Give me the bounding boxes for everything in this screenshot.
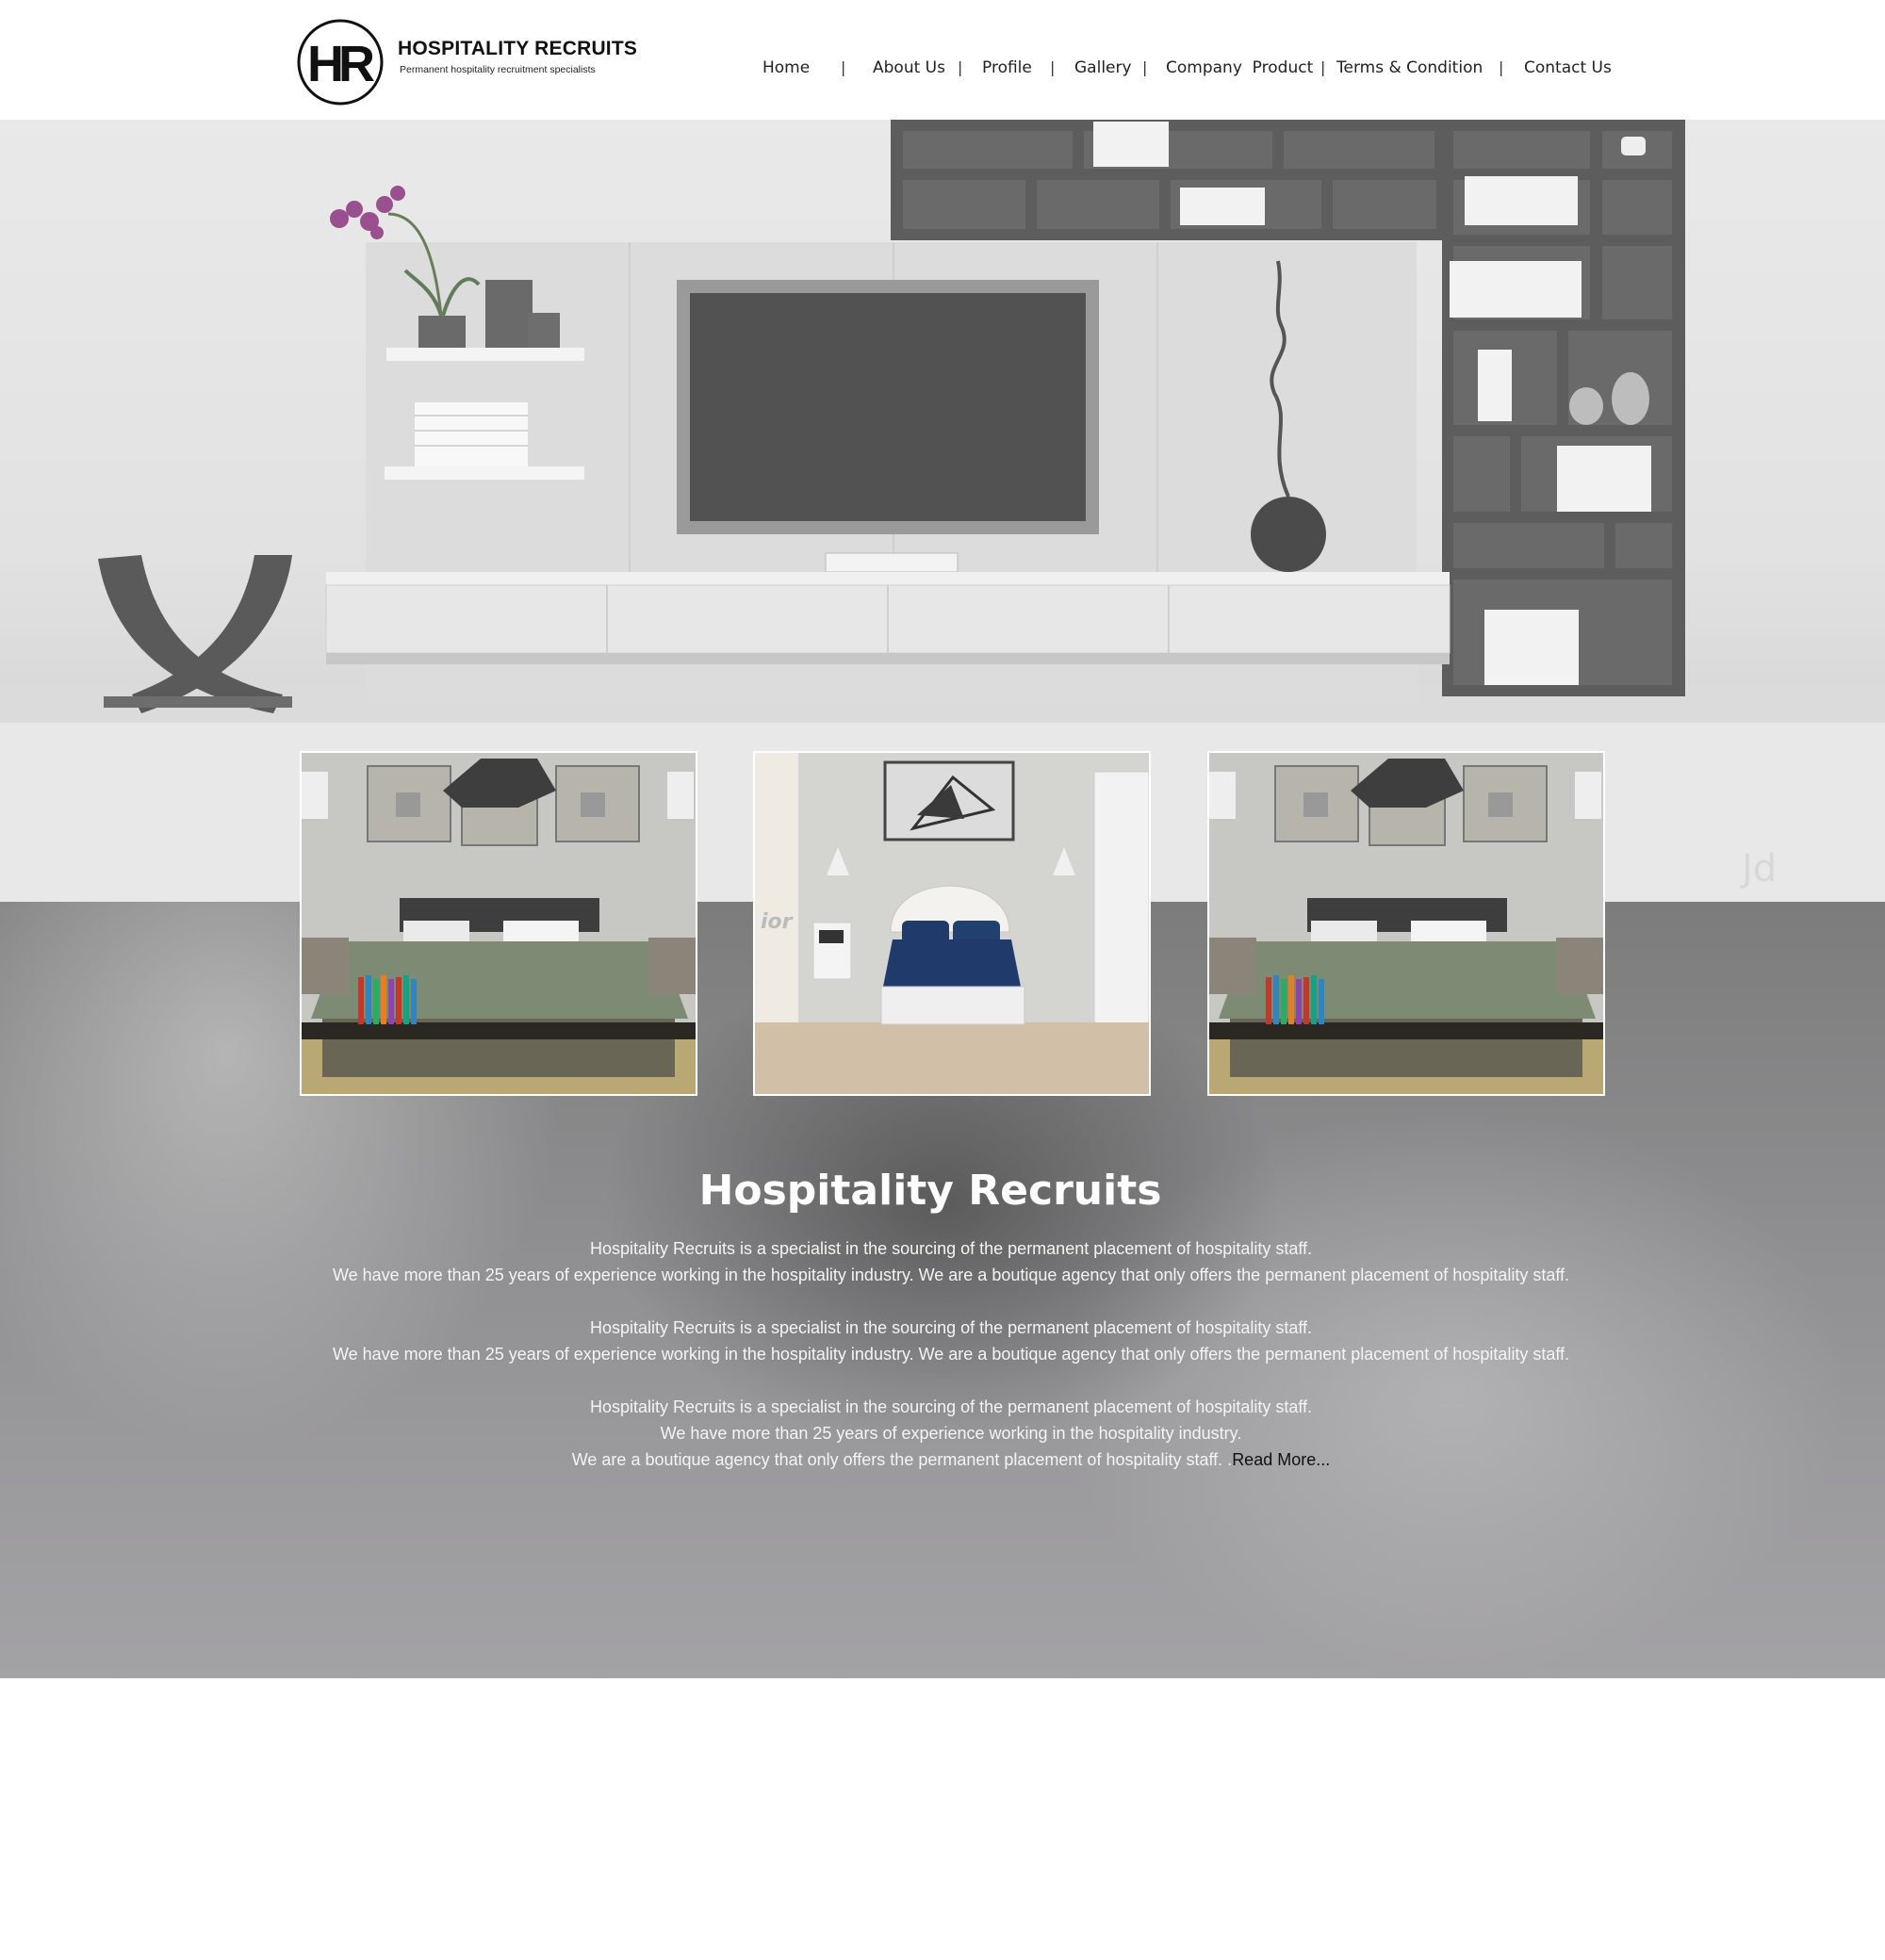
read-more-link[interactable]: Read More... <box>1232 1450 1330 1469</box>
paragraph-line: We are a boutique agency that only offer… <box>571 1450 1233 1469</box>
paragraph-line: We have more than 25 years of experience… <box>332 1345 1570 1364</box>
intro-paragraph: Hospitality Recruits is a specialist in … <box>0 1394 1885 1473</box>
nav-separator: | <box>1499 58 1504 76</box>
nav-terms-condition[interactable]: Terms & Condition <box>1336 58 1483 77</box>
main-nav: Home | About Us | Profile | Gallery | Co… <box>0 58 1885 81</box>
image-brand-watermark: ior <box>761 910 794 934</box>
television <box>677 280 1099 573</box>
jd-watermark: Jd <box>1739 847 1777 890</box>
intro-paragraph: Hospitality Recruits is a specialist in … <box>0 1315 1885 1367</box>
gallery-card[interactable] <box>300 751 697 1096</box>
paragraph-line: Hospitality Recruits is a specialist in … <box>589 1397 1313 1416</box>
bedroom-blue-image: ior <box>755 753 1149 1094</box>
bedroom-green-image <box>302 753 696 1094</box>
nav-profile[interactable]: Profile <box>982 58 1032 77</box>
orchid-flower <box>330 186 405 239</box>
nav-home[interactable]: Home <box>762 58 810 77</box>
nav-separator: | <box>841 58 846 76</box>
paragraph-line: Hospitality Recruits is a specialist in … <box>589 1239 1313 1258</box>
nav-contact-us[interactable]: Contact Us <box>1524 58 1612 77</box>
gallery-card[interactable]: ior <box>753 751 1151 1096</box>
nav-separator: | <box>958 58 963 76</box>
nav-about-us[interactable]: About Us <box>873 58 945 77</box>
paragraph-line: Hospitality Recruits is a specialist in … <box>589 1318 1313 1337</box>
paragraph-line: We have more than 25 years of experience… <box>660 1424 1242 1443</box>
paragraph-line: We have more than 25 years of experience… <box>332 1266 1570 1284</box>
brand-title: HOSPITALITY RECRUITS <box>398 38 638 59</box>
nav-company-product[interactable]: Company Product <box>1166 58 1313 77</box>
intro-text: Hospitality Recruits is a specialist in … <box>0 1235 1885 1499</box>
media-console <box>325 572 1451 664</box>
nav-gallery[interactable]: Gallery <box>1074 58 1132 77</box>
section-title: Hospitality Recruits <box>698 1167 1162 1215</box>
nav-separator: | <box>1320 58 1326 76</box>
intro-paragraph: Hospitality Recruits is a specialist in … <box>0 1235 1885 1288</box>
nav-separator: | <box>1050 58 1056 76</box>
bedroom-green-image <box>1209 753 1603 1094</box>
nav-separator: | <box>1142 58 1148 76</box>
gallery-card[interactable] <box>1207 751 1605 1096</box>
site-header: HR HOSPITALITY RECRUITS Permanent hospit… <box>0 0 1885 120</box>
